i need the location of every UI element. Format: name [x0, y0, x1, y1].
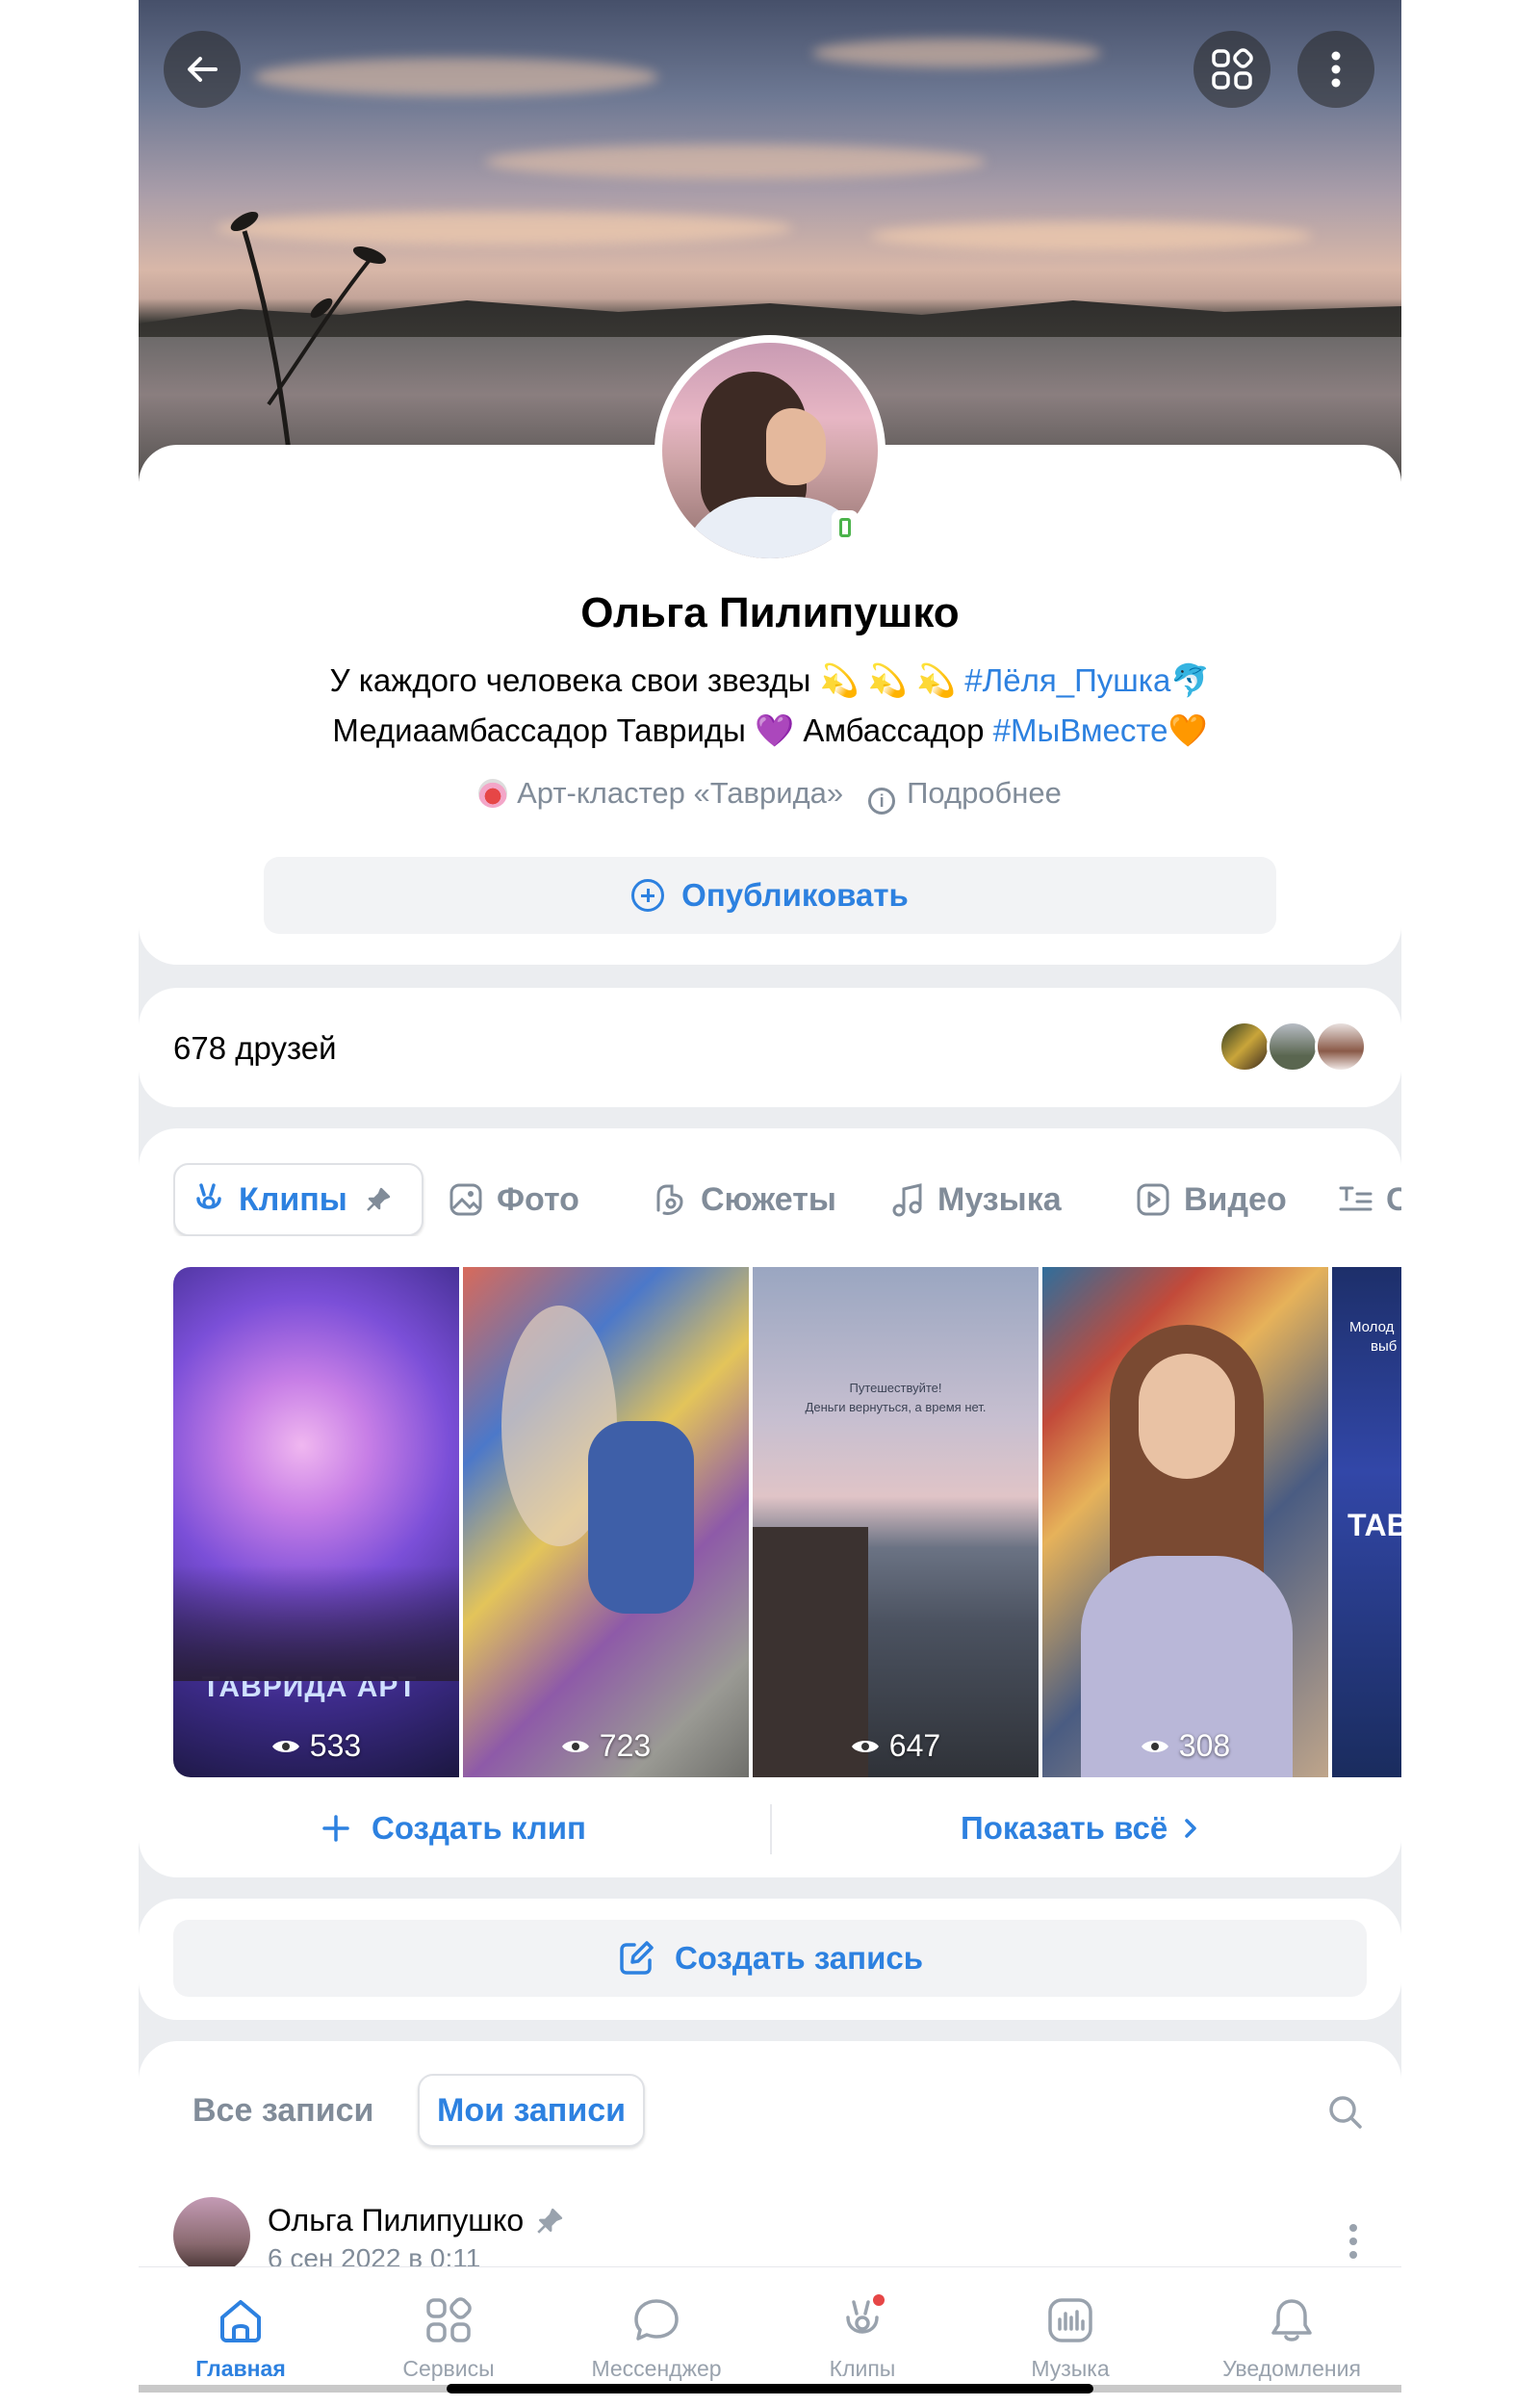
tabbar-notifications[interactable]: Уведомления: [1195, 2294, 1388, 2382]
plant-silhouette: [230, 211, 387, 481]
tabbar-messenger[interactable]: Мессенджер: [560, 2294, 753, 2382]
online-mobile-icon: [832, 510, 859, 545]
home-indicator[interactable]: [447, 2384, 1093, 2393]
more-details-link[interactable]: Подробнее: [907, 776, 1062, 810]
clip-thumbnail[interactable]: Молод выб ТАВ: [1332, 1267, 1401, 1777]
workplace-link[interactable]: Арт-кластер «Таврида»: [517, 776, 843, 810]
back-button[interactable]: [164, 31, 241, 108]
more-options-button[interactable]: [1297, 31, 1374, 108]
clip-thumbnail[interactable]: 308: [1042, 1267, 1328, 1777]
search-icon[interactable]: [1326, 2093, 1365, 2132]
plus-icon: [322, 1815, 349, 1842]
tab-video[interactable]: Видео: [1136, 1163, 1287, 1236]
eye-icon: [851, 1740, 879, 1752]
clip-views: 647: [753, 1728, 1039, 1764]
tab-music[interactable]: Музыка: [891, 1163, 1062, 1236]
friend-avatar: [1315, 1021, 1367, 1073]
tab-my-posts[interactable]: Мои записи: [418, 2074, 646, 2147]
publish-button[interactable]: Опубликовать: [264, 857, 1276, 934]
info-icon: i: [868, 788, 896, 815]
clip-thumbnail[interactable]: 723: [463, 1267, 749, 1777]
bell-icon: [1271, 2299, 1312, 2341]
friends-card[interactable]: 678 друзей: [139, 988, 1401, 1107]
status-line-1: У каждого человека свои звезды 💫 💫 💫 #Лё…: [329, 662, 1211, 698]
clips-icon: [846, 2294, 885, 2334]
show-all-button[interactable]: Показать всё: [961, 1810, 1200, 1847]
video-icon: [1137, 1183, 1169, 1216]
plus-circle-icon: [631, 879, 665, 912]
profile-meta: Арт-кластер «Таврида» i Подробнее: [139, 776, 1401, 815]
eye-icon: [1141, 1740, 1168, 1752]
image-icon: [449, 1183, 482, 1216]
stories-icon: [656, 1184, 683, 1215]
post-author-avatar[interactable]: [173, 2197, 250, 2274]
status-line-2: Медиаамбассадор Тавриды 💜 Амбассадор #Мы…: [332, 712, 1208, 748]
tab-stories[interactable]: Сюжеты: [651, 1163, 836, 1236]
messenger-icon: [634, 2299, 679, 2341]
tab-clips[interactable]: Клипы: [173, 1163, 424, 1236]
clip-views: 308: [1042, 1728, 1328, 1764]
music-icon: [1048, 2298, 1092, 2342]
clip-thumbnail[interactable]: ТАВРИДА АРТ 533: [173, 1267, 459, 1777]
tab-all-posts[interactable]: Все записи: [192, 2074, 373, 2147]
create-post-card: Создать запись: [139, 1899, 1401, 2020]
pin-icon: [537, 2208, 563, 2234]
post-more-icon[interactable]: [1348, 2222, 1359, 2261]
profile-page: Ольга Пилипушко У каждого человека свои …: [139, 0, 1401, 2406]
grid-icon: [1212, 48, 1253, 90]
clips-row: ТАВРИДА АРТ 533 723 Путешествуйте! Деньг…: [173, 1267, 1401, 1777]
friend-avatar: [1267, 1021, 1319, 1073]
media-card: Клипы Фото Сюжеты Музыка Видео С ТАВРИДА…: [139, 1128, 1401, 1877]
media-tabs: Клипы Фото Сюжеты Музыка Видео С: [173, 1163, 1401, 1236]
create-post-button[interactable]: Создать запись: [173, 1920, 1367, 1997]
friends-count: 678 друзей: [173, 1030, 337, 1066]
clips-icon: [196, 1183, 221, 1209]
workplace-logo-icon: [478, 779, 508, 808]
profile-name: Ольга Пилипушко: [580, 589, 960, 636]
tabbar-music[interactable]: Музыка: [974, 2294, 1167, 2382]
tab-articles[interactable]: С: [1338, 1163, 1401, 1236]
hashtag-link[interactable]: #Лёля_Пушка: [964, 662, 1170, 698]
more-vertical-icon: [1331, 51, 1341, 88]
create-clip-button[interactable]: Создать клип: [321, 1810, 586, 1847]
services-button[interactable]: [1194, 31, 1270, 108]
tabbar-clips[interactable]: Клипы: [766, 2294, 959, 2382]
divider: [770, 1804, 772, 1854]
edit-icon: [620, 1941, 654, 1975]
pin-icon: [366, 1187, 391, 1211]
clip-actions: Создать клип Показать всё: [139, 1793, 1401, 1870]
tabbar-services[interactable]: Сервисы: [352, 2294, 545, 2382]
clip-views: 723: [463, 1728, 749, 1764]
chevron-right-icon: [1185, 1819, 1197, 1838]
home-icon: [220, 2300, 261, 2342]
clip-thumbnail[interactable]: Путешествуйте! Деньги вернуться, а время…: [753, 1267, 1039, 1777]
post-author[interactable]: Ольга Пилипушко: [268, 2203, 564, 2238]
friend-avatar: [1219, 1021, 1270, 1073]
clip-views: 533: [173, 1728, 459, 1764]
tabbar-home[interactable]: Главная: [144, 2294, 337, 2382]
hashtag-link[interactable]: #МыВместе: [993, 712, 1168, 748]
tab-photo[interactable]: Фото: [449, 1163, 579, 1236]
eye-icon: [271, 1740, 299, 1752]
eye-icon: [561, 1740, 589, 1752]
articles-icon: [1339, 1186, 1373, 1211]
arrow-left-icon: [188, 57, 218, 82]
services-icon: [426, 2297, 472, 2342]
music-note-icon: [892, 1183, 922, 1217]
